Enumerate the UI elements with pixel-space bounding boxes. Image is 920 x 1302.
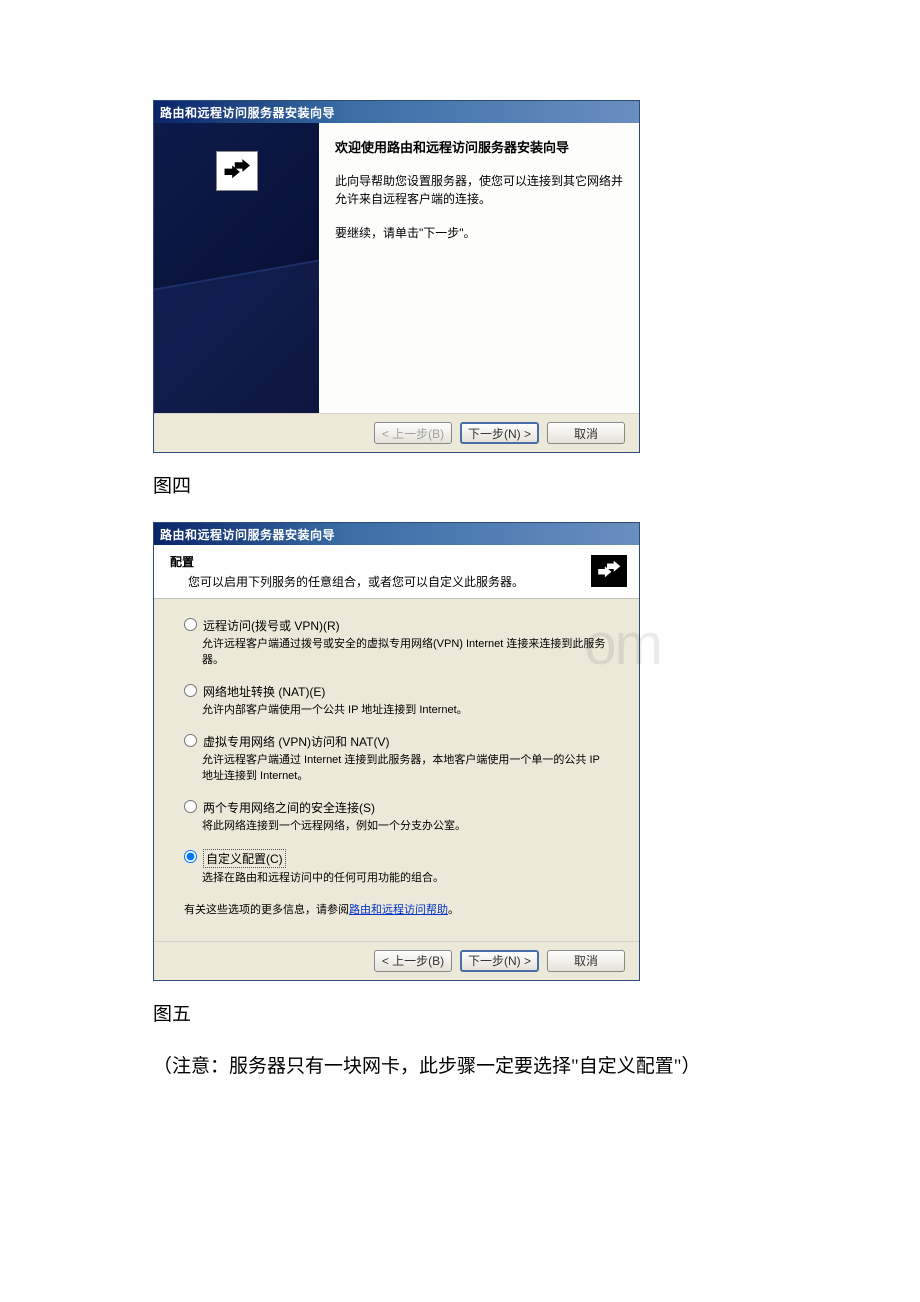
button-row: < 上一步(B) 下一步(N) > 取消 xyxy=(154,413,639,452)
cancel-button[interactable]: 取消 xyxy=(547,422,625,444)
dialog-title: 路由和远程访问服务器安装向导 xyxy=(160,106,335,120)
wizard-config-dialog: 路由和远程访问服务器安装向导 配置 您可以启用下列服务的任意组合，或者您可以自定… xyxy=(153,522,640,981)
welcome-description: 此向导帮助您设置服务器，使您可以连接到其它网络并允许来自远程客户端的连接。 xyxy=(335,172,623,208)
radio-secure-conn[interactable] xyxy=(184,800,197,813)
config-header: 配置 您可以启用下列服务的任意组合，或者您可以自定义此服务器。 xyxy=(154,545,639,599)
radio-option-secure-conn: 两个专用网络之间的安全连接(S) 将此网络连接到一个远程网络，例如一个分支办公室… xyxy=(184,799,609,835)
config-header-subtitle: 您可以启用下列服务的任意组合，或者您可以自定义此服务器。 xyxy=(170,573,591,590)
note-text: （注意：服务器只有一块网卡，此步骤一定要选择"自定义配置"） xyxy=(153,1050,767,1084)
config-body: om 远程访问(拨号或 VPN)(R) 允许远程客户端通过拨号或安全的虚拟专用网… xyxy=(154,599,639,941)
radio-remote-access[interactable] xyxy=(184,618,197,631)
help-link[interactable]: 路由和远程访问帮助 xyxy=(349,904,448,916)
cancel-button[interactable]: 取消 xyxy=(547,950,625,972)
radio-label: 两个专用网络之间的安全连接(S) xyxy=(203,799,375,816)
welcome-content: 欢迎使用路由和远程访问服务器安装向导 此向导帮助您设置服务器，使您可以连接到其它… xyxy=(319,123,639,413)
radio-desc: 选择在路由和远程访问中的任何可用功能的组合。 xyxy=(202,871,609,887)
radio-label: 自定义配置(C) xyxy=(203,849,286,868)
radio-desc: 允许远程客户端通过拨号或安全的虚拟专用网络(VPN) Internet 连接来连… xyxy=(202,637,609,669)
figure-caption-5: 图五 xyxy=(153,999,767,1026)
radio-desc: 允许远程客户端通过 Internet 连接到此服务器，本地客户端使用一个单一的公… xyxy=(202,753,609,785)
radio-option-custom: 自定义配置(C) 选择在路由和远程访问中的任何可用功能的组合。 xyxy=(184,849,609,887)
radio-nat[interactable] xyxy=(184,684,197,697)
radio-option-remote-access: 远程访问(拨号或 VPN)(R) 允许远程客户端通过拨号或安全的虚拟专用网络(V… xyxy=(184,617,609,669)
dialog-title: 路由和远程访问服务器安装向导 xyxy=(160,528,335,542)
welcome-sidebar xyxy=(154,123,319,413)
help-line: 有关这些选项的更多信息，请参阅路由和远程访问帮助。 xyxy=(184,901,609,917)
welcome-heading: 欢迎使用路由和远程访问服务器安装向导 xyxy=(335,137,623,156)
help-suffix: 。 xyxy=(448,904,459,916)
help-prefix: 有关这些选项的更多信息，请参阅 xyxy=(184,904,349,916)
radio-desc: 将此网络连接到一个远程网络，例如一个分支办公室。 xyxy=(202,819,609,835)
welcome-body: 欢迎使用路由和远程访问服务器安装向导 此向导帮助您设置服务器，使您可以连接到其它… xyxy=(154,123,639,413)
network-icon xyxy=(216,151,258,191)
figure-caption-4: 图四 xyxy=(153,471,767,498)
radio-label: 网络地址转换 (NAT)(E) xyxy=(203,683,325,700)
dialog-titlebar: 路由和远程访问服务器安装向导 xyxy=(154,101,639,123)
radio-option-nat: 网络地址转换 (NAT)(E) 允许内部客户端使用一个公共 IP 地址连接到 I… xyxy=(184,683,609,719)
welcome-continue: 要继续，请单击"下一步"。 xyxy=(335,224,623,242)
config-header-title: 配置 xyxy=(170,553,591,570)
wizard-welcome-dialog: 路由和远程访问服务器安装向导 欢迎使用路由和远程访问服务器安装向导 此向导帮助您… xyxy=(153,100,640,453)
button-row: < 上一步(B) 下一步(N) > 取消 xyxy=(154,941,639,980)
radio-vpn-nat[interactable] xyxy=(184,734,197,747)
back-button: < 上一步(B) xyxy=(374,422,452,444)
next-button[interactable]: 下一步(N) > xyxy=(460,422,539,444)
radio-desc: 允许内部客户端使用一个公共 IP 地址连接到 Internet。 xyxy=(202,703,609,719)
network-icon xyxy=(591,555,627,587)
back-button[interactable]: < 上一步(B) xyxy=(374,950,452,972)
radio-label: 虚拟专用网络 (VPN)访问和 NAT(V) xyxy=(203,733,389,750)
config-header-text: 配置 您可以启用下列服务的任意组合，或者您可以自定义此服务器。 xyxy=(170,553,591,590)
radio-label: 远程访问(拨号或 VPN)(R) xyxy=(203,617,340,634)
radio-custom[interactable] xyxy=(184,850,197,863)
dialog-titlebar: 路由和远程访问服务器安装向导 xyxy=(154,523,639,545)
radio-option-vpn-nat: 虚拟专用网络 (VPN)访问和 NAT(V) 允许远程客户端通过 Interne… xyxy=(184,733,609,785)
next-button[interactable]: 下一步(N) > xyxy=(460,950,539,972)
